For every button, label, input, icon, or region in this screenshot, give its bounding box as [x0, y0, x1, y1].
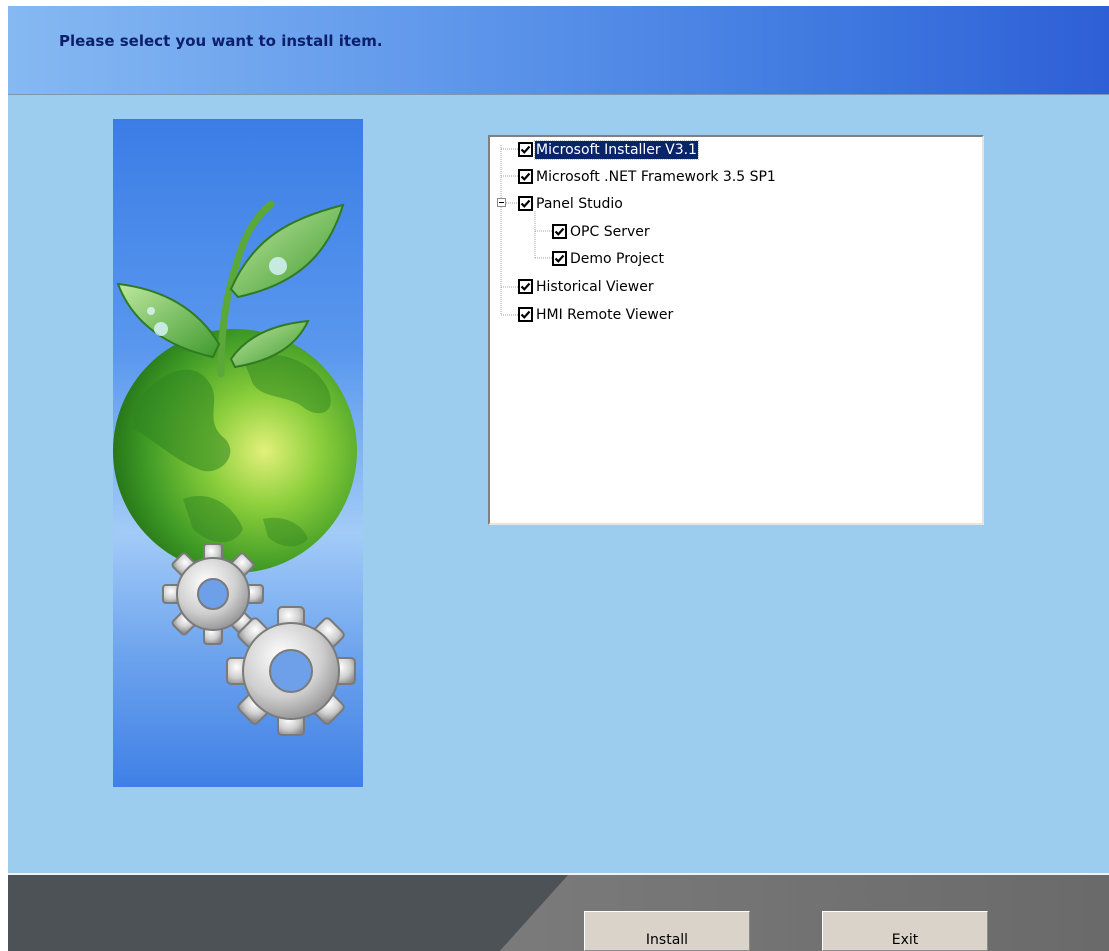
exit-button[interactable]: Exit	[822, 911, 988, 951]
tree-item-panel-studio[interactable]: Panel Studio	[518, 193, 624, 214]
checkbox-panel-studio[interactable]	[518, 196, 533, 211]
tree-item-label: Microsoft .NET Framework 3.5 SP1	[536, 168, 776, 185]
checkbox-historical-viewer[interactable]	[518, 279, 533, 294]
banner-image	[113, 119, 363, 787]
globe-plant-gears-illustration	[113, 200, 357, 736]
tree-item-label: Microsoft Installer V3.1	[534, 139, 699, 160]
footer-bar: Install Exit	[8, 873, 1109, 951]
checkbox-demo-project[interactable]	[552, 251, 567, 266]
checkmark-icon	[520, 282, 531, 291]
tree-item-label: Historical Viewer	[536, 278, 654, 295]
tree-item-label: Demo Project	[570, 250, 664, 267]
checkbox-dotnet-framework[interactable]	[518, 169, 533, 184]
checkmark-icon	[554, 254, 565, 263]
checkmark-icon	[554, 227, 565, 236]
install-button[interactable]: Install	[584, 911, 750, 951]
tree-item-label: HMI Remote Viewer	[536, 306, 674, 323]
footer-dark-panel	[8, 875, 568, 951]
checkbox-opc-server[interactable]	[552, 224, 567, 239]
tree-item-demo-project[interactable]: Demo Project	[552, 248, 665, 269]
checkbox-hmi-remote-viewer[interactable]	[518, 307, 533, 322]
tree-item-label: OPC Server	[570, 223, 650, 240]
checkmark-icon	[520, 310, 531, 319]
tree-item-hmi-remote-viewer[interactable]: HMI Remote Viewer	[518, 304, 674, 325]
expand-collapse-toggle[interactable]	[497, 198, 506, 207]
checkbox-microsoft-installer[interactable]	[518, 142, 533, 157]
checkmark-icon	[520, 145, 531, 154]
tree-item-historical-viewer[interactable]: Historical Viewer	[518, 276, 655, 297]
header-bar: Please select you want to install item.	[8, 6, 1109, 95]
component-tree[interactable]: Microsoft Installer V3.1 Microsoft .NET …	[488, 135, 984, 525]
tree-item-microsoft-installer[interactable]: Microsoft Installer V3.1	[518, 139, 699, 160]
page-title: Please select you want to install item.	[59, 32, 383, 50]
tree-item-opc-server[interactable]: OPC Server	[552, 221, 651, 242]
tree-item-dotnet-framework[interactable]: Microsoft .NET Framework 3.5 SP1	[518, 166, 777, 187]
tree-item-label: Panel Studio	[536, 195, 623, 212]
checkmark-icon	[520, 172, 531, 181]
installer-window: Please select you want to install item.	[8, 6, 1109, 951]
checkmark-icon	[520, 199, 531, 208]
